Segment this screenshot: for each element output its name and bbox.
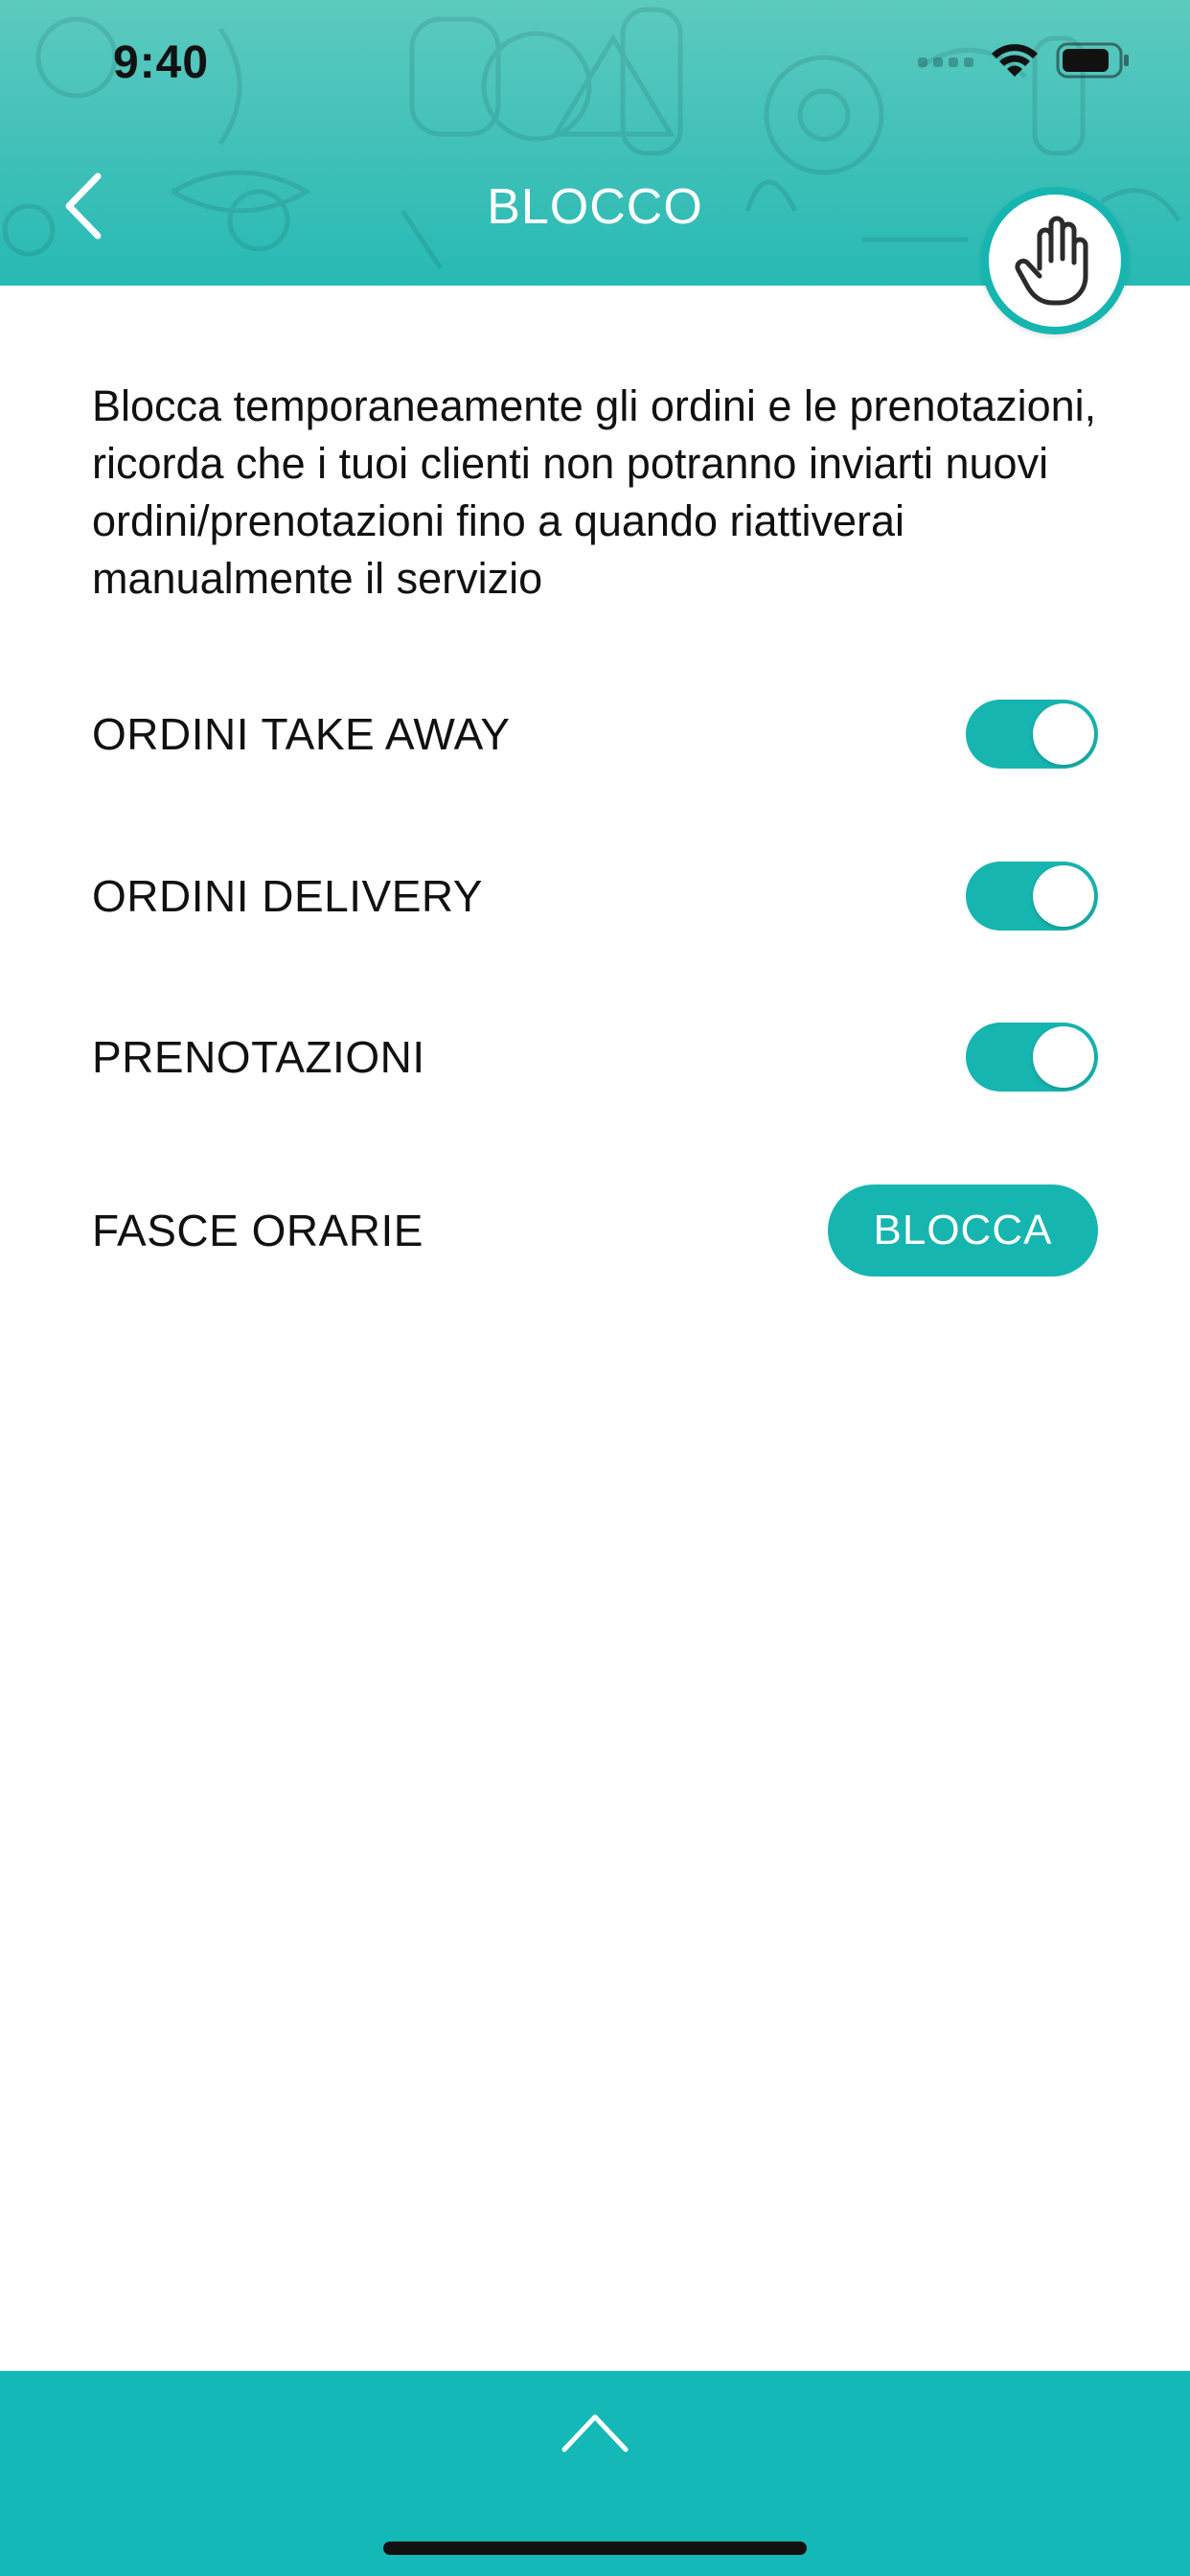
toggle-knob [1033,1026,1094,1088]
blocca-button[interactable]: BLOCCA [828,1184,1098,1276]
setting-label: FASCE ORARIE [92,1206,423,1255]
screen: 9:40 BLOCCO Blocca temporaneamente gli o… [0,0,1190,2576]
prenotazioni-toggle[interactable] [966,1023,1098,1092]
setting-row-delivery: ORDINI DELIVERY [92,848,1098,944]
hand-stop-icon [1015,216,1088,306]
setting-label: PRENOTAZIONI [92,1032,425,1082]
setting-row-fasce-orarie: FASCE ORARIE BLOCCA [92,1183,1098,1278]
toggle-knob [1033,865,1094,927]
hand-badge [981,187,1129,334]
setting-row-prenotazioni: PRENOTAZIONI [92,1009,1098,1105]
home-indicator [383,2542,807,2555]
status-icons [918,42,1131,79]
description-text: Blocca temporaneamente gli ordini e le p… [92,381,1097,603]
setting-label: ORDINI DELIVERY [92,871,483,921]
cellular-signal-icon [918,58,973,67]
chevron-up-icon [561,2414,629,2452]
wifi-icon [992,44,1038,77]
setting-label: ORDINI TAKE AWAY [92,709,511,759]
delivery-toggle[interactable] [966,862,1098,931]
setting-row-take-away: ORDINI TAKE AWAY [92,686,1098,782]
toggle-knob [1033,703,1094,765]
battery-icon [1056,42,1129,79]
take-away-toggle[interactable] [966,700,1098,769]
status-time: 9:40 [113,37,210,88]
